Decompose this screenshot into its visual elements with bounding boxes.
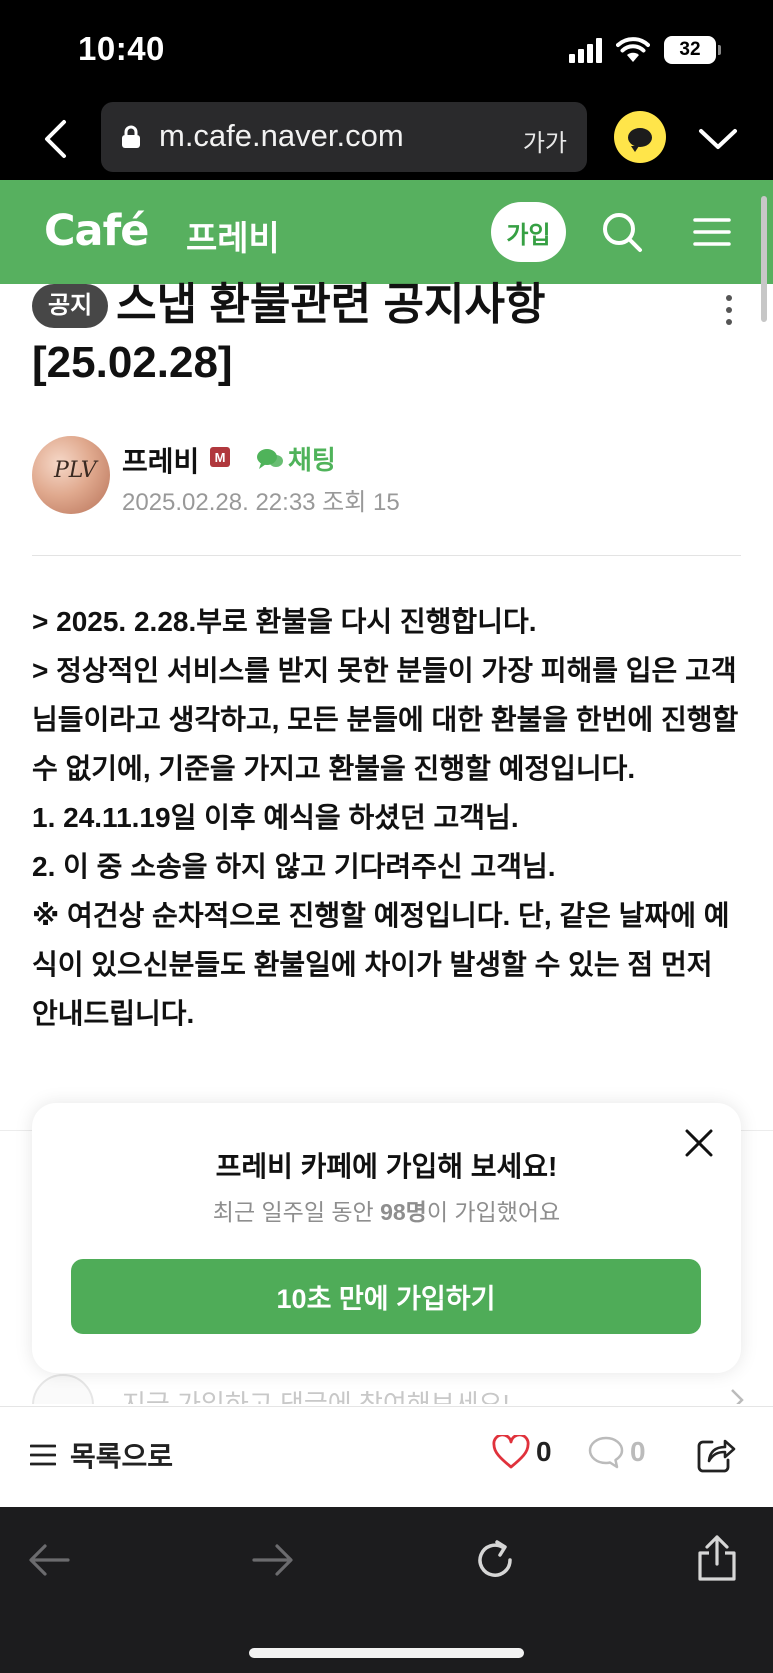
author-name[interactable]: 프레비 [122, 440, 199, 480]
body-line: > 2025. 2.28.부로 환불을 다시 진행합니다. [32, 606, 537, 637]
browser-toolbar [0, 1507, 773, 1673]
lock-icon [122, 125, 140, 148]
home-indicator[interactable] [249, 1648, 524, 1658]
manager-badge: M [210, 447, 230, 467]
like-count: 0 [536, 1436, 552, 1467]
chat-link[interactable]: 채팅 [256, 440, 336, 477]
post-meta: 2025.02.28. 22:33 조회 15 [122, 489, 400, 516]
chat-label: 채팅 [288, 445, 336, 475]
text-size-button[interactable]: 가가 [523, 123, 567, 158]
back-to-list-button[interactable]: 목록으로 [30, 1435, 173, 1475]
browser-nav-back-button[interactable] [26, 1537, 72, 1583]
popup-title: 프레비 카페에 가입해 보세요! [215, 1151, 558, 1182]
hamburger-menu-icon [693, 218, 731, 246]
wifi-icon [616, 37, 650, 62]
join-count: 98명 [380, 1199, 427, 1225]
search-icon [603, 213, 642, 252]
join-cafe-button[interactable]: 10초 만에 가입하기 [71, 1259, 701, 1334]
browser-back-button[interactable] [30, 114, 80, 164]
url-text: m.cafe.naver.com [159, 118, 404, 153]
more-options-button[interactable] [714, 286, 744, 334]
article-body: > 2025. 2.28.부로 환불을 다시 진행합니다. > 정상적인 서비스… [32, 597, 744, 1038]
comment-count: 0 [630, 1436, 646, 1467]
chevron-right-icon [731, 1389, 744, 1404]
cellular-signal-icon [569, 37, 602, 63]
comment-avatar [32, 1374, 94, 1404]
like-button[interactable]: 0 [492, 1435, 552, 1469]
heart-icon [492, 1435, 530, 1469]
header-join-button[interactable]: 가입 [491, 202, 566, 262]
reload-icon [478, 1540, 512, 1577]
kakaotalk-button[interactable] [614, 111, 666, 163]
divider [32, 555, 741, 556]
chevron-left-icon [45, 120, 66, 158]
article-title: 공지 스냅 환불관련 공지사항 [25.02.28] [32, 276, 702, 392]
share-button[interactable] [694, 1433, 738, 1477]
comment-prompt-text: 지금 가입하고 댓글에 참여해보세요! [122, 1389, 510, 1404]
comment-button[interactable]: 0 [588, 1435, 646, 1469]
body-line: > 정상적인 서비스를 받지 못한 분들이 가장 피해를 입은 고객님들이라고 … [32, 655, 739, 784]
menu-button[interactable] [686, 206, 738, 258]
article-title-text: 스냅 환불관련 공지사항 [25.02.28] [32, 280, 546, 387]
url-field[interactable]: m.cafe.naver.com 가가 [101, 102, 587, 172]
arrow-right-icon [252, 1544, 293, 1576]
avatar-mark: PLV [54, 458, 97, 483]
share-upload-icon [698, 1535, 736, 1581]
battery-level: 32 [664, 36, 716, 64]
author-row: PLV 프레비 M 채팅 2025.02.28. 22:33 조회 15 [32, 436, 732, 516]
cafe-header: Café 프레비 가입 [0, 180, 773, 284]
join-popup: 프레비 카페에 가입해 보세요! 최근 일주일 동안 98명이 가입했어요 10… [32, 1103, 741, 1373]
cafe-name[interactable]: 프레비 [186, 211, 280, 260]
body-line: 1. 24.11.19일 이후 예식을 하셨던 고객님. [32, 802, 519, 833]
chat-bubbles-icon [257, 448, 283, 469]
status-icons: 32 [569, 36, 721, 64]
search-button[interactable] [596, 206, 648, 258]
body-line: 2. 이 중 소송을 하지 않고 기다려주신 고객님. [32, 851, 556, 882]
popup-subtitle: 최근 일주일 동안 98명이 가입했어요 [212, 1199, 561, 1225]
share-icon [697, 1439, 736, 1473]
arrow-left-icon [29, 1544, 70, 1576]
status-bar: 10:40 32 [0, 0, 773, 100]
reload-button[interactable] [470, 1535, 520, 1585]
list-label: 목록으로 [70, 1441, 174, 1472]
comment-prompt-row[interactable]: 지금 가입하고 댓글에 참여해보세요! [32, 1374, 744, 1404]
speech-bubble-icon [628, 127, 652, 152]
browser-address-bar: m.cafe.naver.com 가가 [0, 100, 773, 180]
battery-icon: 32 [664, 36, 721, 64]
browser-share-button[interactable] [694, 1533, 740, 1583]
body-line: ※ 여건상 순차적으로 진행할 예정입니다. 단, 같은 날짜에 예식이 있으신… [32, 900, 730, 1029]
comment-icon [588, 1436, 624, 1469]
article-action-bar: 목록으로 0 0 [0, 1406, 773, 1507]
page-scrollbar[interactable] [761, 196, 767, 322]
chevron-down-icon [699, 129, 737, 149]
list-icon [30, 1444, 56, 1466]
avatar[interactable]: PLV [32, 436, 110, 514]
expand-button[interactable] [692, 114, 744, 164]
notice-badge: 공지 [32, 284, 109, 328]
browser-nav-forward-button[interactable] [250, 1537, 296, 1583]
cafe-logo[interactable]: Café [44, 206, 149, 256]
status-time: 10:40 [78, 30, 165, 67]
